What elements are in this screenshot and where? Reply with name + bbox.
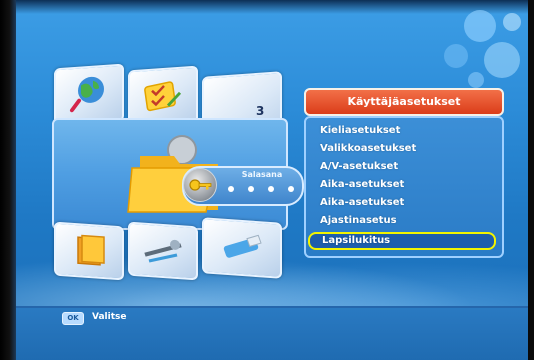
tile-tools[interactable]	[202, 217, 282, 279]
password-dot	[228, 186, 234, 192]
password-dot	[288, 186, 294, 192]
password-input[interactable]	[228, 186, 294, 192]
ok-key-icon: OK	[62, 312, 84, 325]
menu-item-time-settings-1[interactable]: Aika-asetukset	[308, 176, 496, 194]
password-dot	[248, 186, 254, 192]
tile-installation[interactable]	[128, 221, 198, 281]
bubbles-decoration	[444, 10, 521, 88]
ok-hint-label: Valitse	[92, 312, 127, 322]
key-icon	[183, 168, 217, 202]
password-dot	[268, 186, 274, 192]
checklist-icon	[144, 81, 182, 112]
menu-item-av-settings[interactable]: A/V-asetukset	[308, 158, 496, 176]
menu-title: Käyttäjäasetukset	[304, 88, 504, 116]
globe-magnifier-icon	[70, 76, 104, 113]
tv-screen: 3 Salasana Käyttäjäasetukset Kieliasetuk…	[0, 0, 534, 360]
right-bezel	[528, 0, 534, 360]
password-title: Salasana	[241, 170, 283, 179]
menu-item-menu-settings[interactable]: Valikkoasetukset	[308, 140, 496, 158]
tile-system-info[interactable]	[54, 63, 124, 127]
left-bezel	[0, 0, 16, 360]
tile-number: 3	[256, 104, 265, 118]
menu-item-parental-lock[interactable]: Lapsilukitus	[308, 232, 496, 250]
tile-document[interactable]	[54, 221, 124, 281]
settings-menu: Kieliasetukset Valikkoasetukset A/V-aset…	[308, 122, 496, 250]
satellite-dish-icon	[144, 239, 182, 263]
document-icon	[77, 234, 105, 266]
menu-item-language[interactable]: Kieliasetukset	[308, 122, 496, 140]
menu-item-time-settings-2[interactable]: Aika-asetukset	[308, 194, 496, 212]
tools-icon	[223, 234, 262, 258]
menu-item-timer[interactable]: Ajastinasetus	[308, 212, 496, 230]
